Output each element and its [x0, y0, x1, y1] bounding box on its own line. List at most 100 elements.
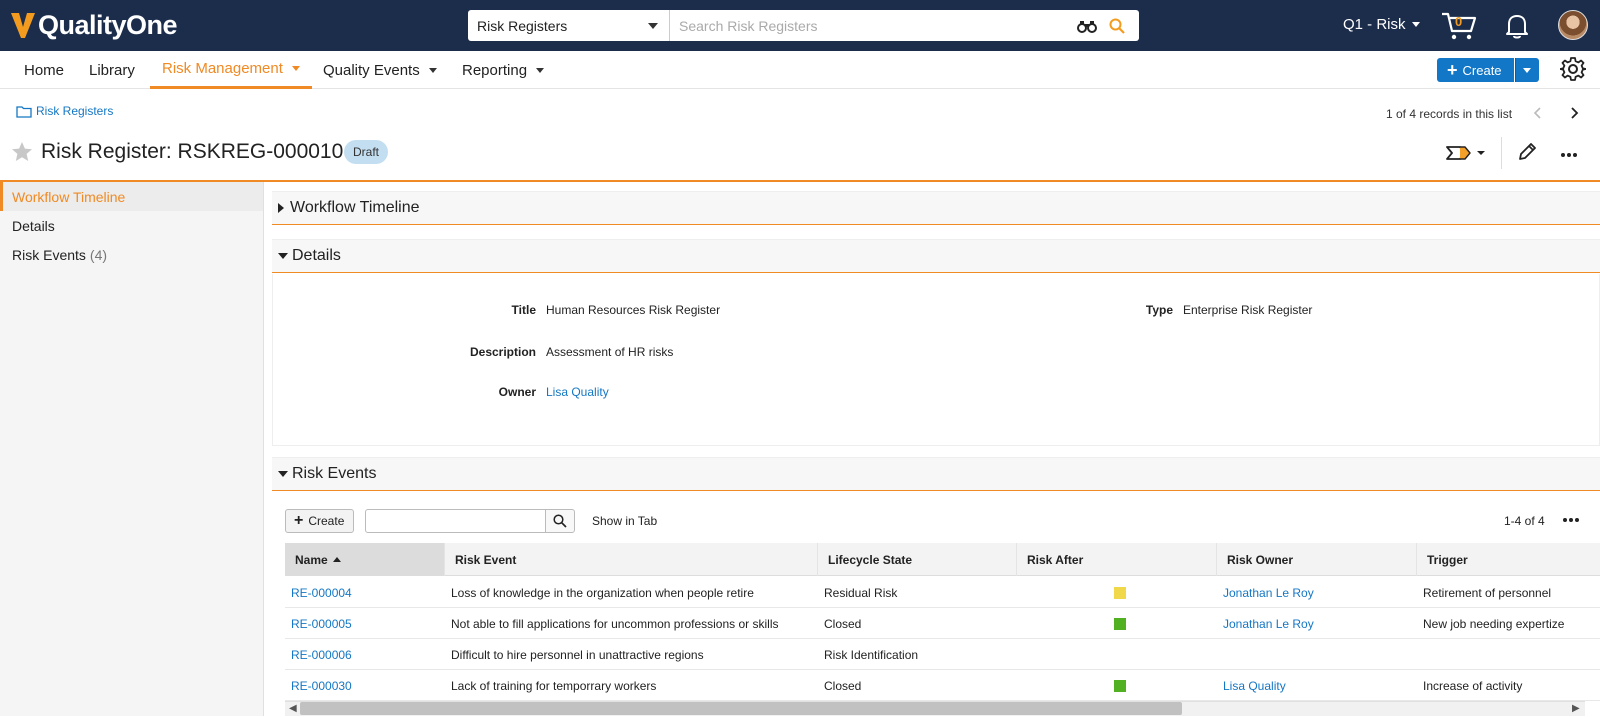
sidebar-item-count: (4)	[89, 246, 108, 263]
section-title: Details	[292, 247, 341, 264]
nav-quality-events-label: Quality Events	[323, 61, 420, 79]
section-title: Risk Events	[292, 465, 377, 482]
risk-owner-link[interactable]: Jonathan Le Roy	[1217, 577, 1417, 608]
create-button[interactable]: + Create	[1437, 58, 1514, 82]
nav-quality-events[interactable]: Quality Events	[323, 51, 437, 89]
main-content: Workflow Timeline Details Title Human Re…	[272, 182, 1600, 716]
filter-search-button[interactable]	[545, 509, 575, 533]
folder-icon	[16, 105, 32, 118]
details-panel: Title Human Resources Risk Register Type…	[272, 274, 1600, 446]
more-horizontal-icon	[1563, 518, 1579, 522]
brand-name: QualityOne	[38, 9, 178, 40]
sidebar-item-risk-events[interactable]: Risk Events (4)	[0, 240, 263, 269]
risk-owner-link[interactable]: Jonathan Le Roy	[1217, 608, 1417, 639]
column-header-trigger[interactable]: Trigger	[1417, 543, 1600, 576]
create-dropdown-button[interactable]	[1514, 58, 1539, 82]
risk-owner-link[interactable]	[1217, 639, 1417, 670]
workflow-icon	[1446, 146, 1485, 160]
row-count: 1-4 of 4	[1504, 514, 1545, 528]
column-header-risk-after[interactable]: Risk After	[1017, 543, 1217, 576]
section-risk-events[interactable]: Risk Events	[272, 457, 1600, 491]
previous-record-button[interactable]	[1532, 106, 1544, 123]
section-details[interactable]: Details	[272, 239, 1600, 273]
risk-event-cell: Lack of training for temporrary workers	[451, 678, 657, 693]
more-horizontal-icon	[1561, 153, 1577, 157]
column-header-risk-owner[interactable]: Risk Owner	[1217, 543, 1417, 576]
search-icon[interactable]	[1105, 10, 1129, 41]
show-in-tab-link[interactable]: Show in Tab	[592, 514, 657, 528]
nav-home[interactable]: Home	[24, 51, 64, 89]
section-title: Workflow Timeline	[290, 199, 420, 216]
scrollbar-thumb[interactable]	[300, 702, 1182, 715]
search-input[interactable]	[670, 10, 1075, 41]
caret-down-icon	[278, 253, 288, 259]
nav-risk-management[interactable]: Risk Management	[150, 51, 312, 89]
vault-label: Q1 - Risk	[1343, 16, 1406, 33]
sidebar-item-label: Details	[12, 217, 55, 234]
risk-events-table: Name Risk Event Lifecycle State Risk Aft…	[285, 543, 1600, 717]
section-workflow-timeline[interactable]: Workflow Timeline	[272, 191, 1600, 225]
create-risk-event-button[interactable]: + Create	[285, 509, 355, 533]
lifecycle-state-cell: Closed	[824, 678, 862, 693]
page-title: Risk Register: RSKREG-000010	[41, 140, 344, 163]
risk-level-indicator	[1114, 586, 1126, 599]
risk-level-indicator	[1114, 617, 1126, 630]
table-row: RE-000005 Not able to fill applications …	[285, 608, 1600, 639]
sidebar-item-details[interactable]: Details	[0, 211, 263, 240]
plus-icon: +	[1447, 60, 1458, 80]
title-value: Human Resources Risk Register	[546, 303, 721, 317]
owner-link[interactable]: Lisa Quality	[546, 385, 609, 399]
workflow-actions-button[interactable]	[1446, 143, 1486, 163]
column-header-name[interactable]: Name	[285, 543, 445, 576]
risk-events-filter-input[interactable]	[365, 509, 546, 533]
user-avatar[interactable]	[1558, 10, 1588, 40]
breadcrumb[interactable]: Risk Registers	[16, 104, 113, 118]
sidebar-item-workflow-timeline[interactable]: Workflow Timeline	[0, 182, 263, 211]
type-label: Type	[1145, 303, 1173, 317]
column-header-label: Risk Owner	[1227, 552, 1294, 567]
chevron-down-icon	[536, 67, 545, 73]
notifications-button[interactable]	[1505, 12, 1529, 40]
caret-right-icon	[278, 203, 284, 213]
description-label: Description	[469, 345, 536, 359]
binoculars-icon[interactable]	[1075, 10, 1099, 41]
chevron-down-icon	[648, 23, 658, 29]
scroll-right-icon[interactable]: ▶	[1572, 703, 1580, 714]
veeva-v-icon	[11, 13, 35, 38]
trigger-cell	[1417, 639, 1600, 670]
risk-after-cell	[1017, 577, 1217, 608]
cart-button[interactable]: 0	[1441, 11, 1477, 41]
chevron-down-icon	[428, 67, 437, 73]
edit-button[interactable]	[1517, 142, 1537, 165]
record-header: Risk Register: RSKREG-000010 Draft	[0, 135, 1600, 182]
favorite-button[interactable]	[11, 141, 33, 165]
pencil-icon	[1519, 143, 1536, 160]
vault-selector[interactable]: Q1 - Risk	[1343, 16, 1420, 33]
owner-label: Owner	[498, 385, 536, 399]
risk-after-cell	[1017, 639, 1217, 670]
column-header-label: Trigger	[1427, 552, 1468, 567]
brand-logo[interactable]: QualityOne	[10, 8, 178, 42]
next-record-button[interactable]	[1568, 106, 1580, 123]
risk-event-name-link[interactable]: RE-000006	[285, 639, 445, 670]
more-actions-button[interactable]	[1560, 141, 1578, 164]
table-row: RE-000006 Difficult to hire personnel in…	[285, 639, 1600, 670]
settings-button[interactable]	[1559, 56, 1587, 82]
search-scope-select[interactable]: Risk Registers	[468, 10, 670, 41]
risk-event-name-link[interactable]: RE-000004	[285, 577, 445, 608]
nav-library[interactable]: Library	[89, 51, 135, 89]
column-header-lifecycle-state[interactable]: Lifecycle State	[818, 543, 1017, 576]
chevron-down-icon	[291, 66, 300, 71]
column-header-label: Lifecycle State	[828, 552, 913, 567]
risk-event-name-link[interactable]: RE-000005	[285, 608, 445, 639]
risk-event-name-link[interactable]: RE-000030	[285, 670, 445, 701]
nav-reporting[interactable]: Reporting	[462, 51, 545, 89]
trigger-cell: New job needing expertize	[1423, 616, 1565, 631]
risk-owner-link[interactable]: Lisa Quality	[1217, 670, 1417, 701]
risk-events-toolbar: + Create Show in Tab 1-4 of 4	[272, 505, 1600, 535]
title-label: Title	[511, 303, 536, 317]
table-more-button[interactable]	[1562, 507, 1580, 528]
breadcrumb-link[interactable]: Risk Registers	[36, 104, 113, 118]
column-header-risk-event[interactable]: Risk Event	[445, 543, 818, 576]
scroll-left-icon[interactable]: ◀	[289, 703, 297, 714]
